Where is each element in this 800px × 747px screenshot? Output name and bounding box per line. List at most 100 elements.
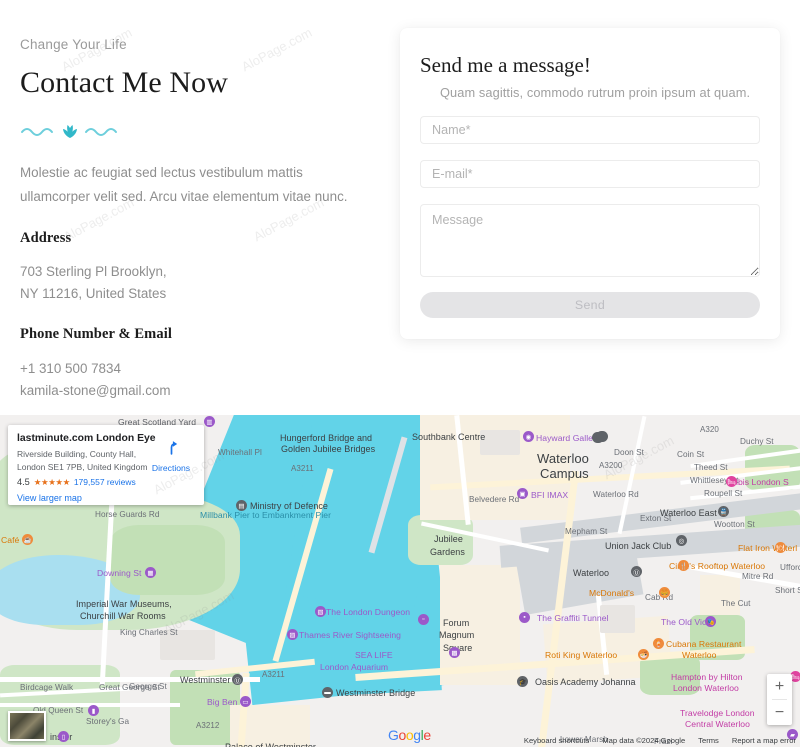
street-view-thumbnail[interactable] [8, 711, 46, 741]
map-label: Ufford St [780, 563, 800, 572]
contact-form-card: Send me a message! Quam sagittis, commod… [400, 28, 780, 339]
map-section[interactable]: Great Scotland Yard Whitehall Pl Hungerfor… [0, 415, 800, 747]
poi-icon-waterloo-east-rail[interactable]: 🚆 [718, 506, 729, 517]
map-label: Downing St [97, 568, 142, 578]
map-label: Waterloo [537, 451, 589, 466]
map-label: Millbank Pier to Embankment Pier [200, 510, 332, 520]
poi-icon-roti-king[interactable]: 🍜 [638, 649, 649, 660]
contact-info-column: Change Your Life Contact Me Now Molestie… [20, 36, 380, 401]
poi-icon-westminster-underground[interactable]: Ⓤ [232, 674, 243, 685]
map-label: The Graffiti Tunnel [537, 613, 609, 623]
keyboard-shortcuts-link[interactable]: Keyboard shortcuts [524, 736, 589, 745]
poi-icon-lock-2[interactable]: ▯ [58, 731, 69, 742]
poi-icon-forum-magnum[interactable]: ▫ [418, 614, 429, 625]
map-label: Magnum [439, 630, 475, 640]
name-input[interactable] [420, 116, 760, 144]
poi-icon-hayward-gallery[interactable]: ◉ [523, 431, 534, 442]
map-label: The Cut [721, 599, 751, 608]
rating-score: 4.5 [17, 476, 30, 487]
map-label: A3200 [599, 461, 623, 470]
section-eyebrow: Change Your Life [20, 37, 127, 52]
map-label: BFI IMAX [531, 490, 569, 500]
poi-icon-sea-life[interactable]: ▩ [449, 647, 460, 658]
poi-icon-bfi-imax[interactable]: ▣ [517, 488, 528, 499]
map-label: Doon St [614, 448, 644, 457]
map-label: SEA LIFE [355, 650, 393, 660]
map-label: Waterloo [573, 568, 610, 578]
contact-body-text: Molestie ac feugiat sed lectus vestibulu… [20, 165, 348, 204]
poi-icon-flat-iron[interactable]: 🍽 [775, 542, 786, 553]
poi-icon-westminster-bridge[interactable]: ▬ [322, 687, 333, 698]
send-button[interactable]: Send [420, 292, 760, 318]
map-label: Storey's Ga [86, 717, 130, 726]
lotus-wave-icon [21, 125, 117, 139]
poi-icon-downing-st[interactable]: ▦ [145, 567, 156, 578]
poi-icon-mcdonalds[interactable]: 🍔 [659, 587, 670, 598]
poi-icon-union-jack-club[interactable]: ◎ [676, 535, 687, 546]
map-label: Palace of Westminster [225, 742, 316, 747]
map-label: The London Dungeon [326, 607, 411, 617]
map-label: Waterloo [682, 650, 717, 660]
map-label: Birdcage Walk [20, 683, 74, 692]
phone-email-heading: Phone Number & Email [20, 326, 172, 343]
map-label: The Old Vic [661, 617, 707, 627]
map-label: Hungerford Bridge and [280, 433, 373, 443]
poi-icon-scotland-yard[interactable]: ▥ [204, 416, 215, 427]
contact-section: Change Your Life Contact Me Now Molestie… [0, 0, 800, 398]
report-map-error-link[interactable]: Report a map error [732, 736, 796, 745]
map-label: Gardens [430, 547, 465, 557]
phone-number[interactable]: +1 310 500 7834 [20, 358, 380, 380]
email-input[interactable] [420, 160, 760, 188]
poi-icon-cubana[interactable]: 🍹 [653, 638, 664, 649]
poi-icon-lock-1[interactable]: ▮ [88, 705, 99, 716]
poi-icon-thames-river-sightseeing[interactable]: ▨ [287, 629, 298, 640]
map-label: Jubilee [434, 534, 463, 544]
poi-icon-waterloo-underground[interactable]: Ⓤ [631, 566, 642, 577]
map-label: Hayward Gallery [536, 433, 601, 443]
map-label: Wootton St [714, 520, 755, 529]
map-label: ibis London S [736, 477, 789, 487]
map-label: Golden Jubilee Bridges [281, 444, 376, 454]
poi-icon-hayward [596, 431, 607, 442]
poi-icon-graffiti-tunnel[interactable]: ▪ [519, 612, 530, 623]
terms-link[interactable]: Terms [698, 736, 719, 745]
map-label: A3212 [196, 721, 220, 730]
map-label: Big Ben [207, 697, 238, 707]
rating-stars-icon: ★★★★★ [33, 476, 70, 487]
poi-icon-old-vic[interactable]: 🎭 [705, 616, 716, 627]
page-title: Contact Me Now [20, 65, 229, 99]
zoom-out-button[interactable]: − [767, 700, 792, 725]
poi-icon-ministry-of-defence[interactable]: ▤ [236, 500, 247, 511]
poi-icon-big-ben[interactable]: ▭ [240, 696, 251, 707]
message-textarea[interactable] [420, 204, 760, 277]
map-label: Roupell St [704, 489, 743, 498]
address-heading: Address [20, 229, 72, 246]
map-data-attribution: Map data ©2024 Google [602, 736, 686, 745]
map-label: Central Waterloo [685, 719, 750, 729]
building-block [480, 430, 520, 455]
map-label: Waterloo East [660, 508, 717, 518]
map-label: Campus [540, 466, 589, 481]
map-label: London Waterloo [673, 683, 739, 693]
directions-button[interactable]: Directions [146, 439, 196, 473]
email-address[interactable]: kamila-stone@gmail.com [20, 380, 380, 402]
rating-review-count[interactable]: 179,557 reviews [74, 477, 136, 487]
map-label: Waterloo Rd [593, 490, 639, 499]
poi-icon-cafe[interactable]: ☕ [22, 534, 33, 545]
poi-icon-oasis-academy[interactable]: 🎓 [517, 676, 528, 687]
zoom-in-button[interactable]: + [767, 674, 792, 699]
form-subtitle: Quam sagittis, commodo rutrum proin ipsu… [440, 85, 751, 100]
map-label: Westminster Bridge [336, 688, 416, 698]
poi-icon-circes-rooftop[interactable]: 🍴 [678, 560, 689, 571]
map-label: Westminster [180, 675, 231, 685]
directions-label: Directions [151, 463, 191, 473]
map-label: Forum [443, 618, 470, 628]
map-label: London Aquarium [320, 662, 389, 672]
map-label: Mitre Rd [742, 572, 774, 581]
view-larger-map-link[interactable]: View larger map [17, 493, 195, 503]
map-label: Oasis Academy Johanna [535, 677, 636, 687]
poi-icon-london-dungeon[interactable]: ▧ [315, 606, 326, 617]
map-label: Flat Iron Waterl [738, 543, 798, 553]
map-label: Southbank Centre [412, 432, 486, 442]
poi-icon-ibis[interactable]: 🛏 [726, 476, 737, 487]
